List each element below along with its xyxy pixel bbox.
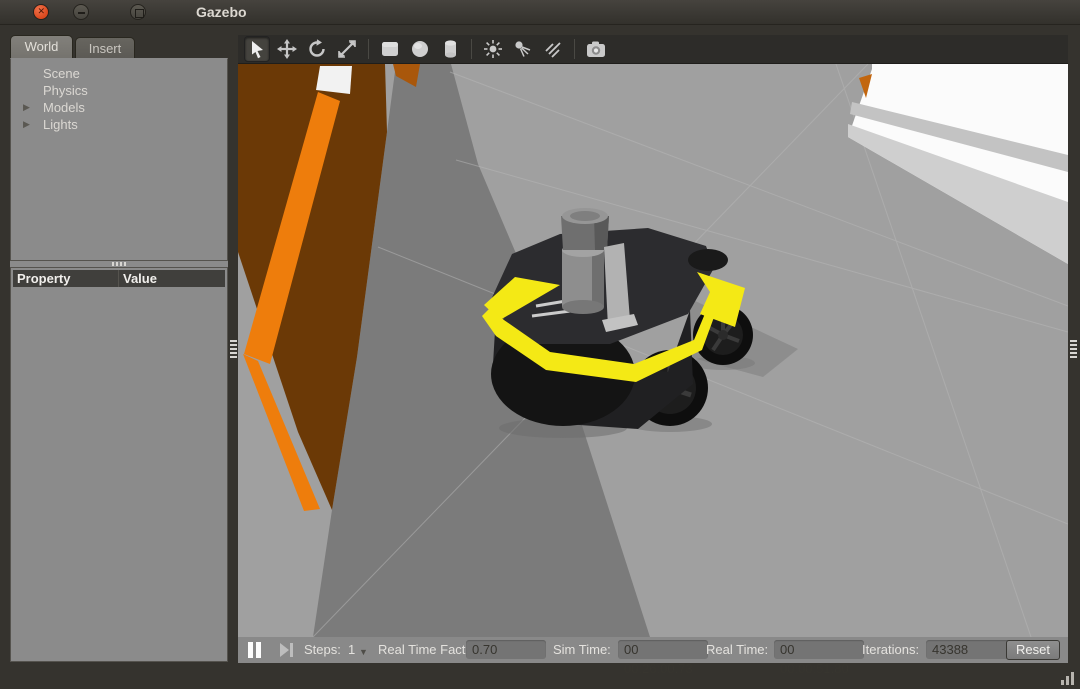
gps-dome	[688, 249, 728, 271]
world-tree-panel: Scene Physics ▶ Models ▶ Lights	[10, 58, 228, 261]
scale-arrows-icon	[337, 39, 357, 59]
tree-item-physics[interactable]: Physics	[11, 82, 227, 99]
sphere-icon	[409, 39, 431, 59]
property-table-header: Property Value	[13, 270, 225, 287]
minimize-icon[interactable]	[73, 4, 89, 20]
sim-time-label: Sim Time:	[553, 642, 611, 657]
insert-cylinder-button[interactable]	[437, 36, 463, 62]
window-title: Gazebo	[196, 4, 247, 20]
chevron-down-icon[interactable]: ▼	[359, 647, 368, 657]
3d-viewport[interactable]	[238, 64, 1068, 637]
directional-light-icon	[543, 39, 563, 59]
expander-icon[interactable]: ▶	[23, 99, 30, 116]
spot-light-button[interactable]	[510, 36, 536, 62]
tree-item-label: Lights	[43, 117, 78, 132]
close-icon[interactable]	[33, 4, 49, 20]
left-splitter[interactable]	[228, 35, 238, 663]
scale-tool-button[interactable]	[334, 36, 360, 62]
gazebo-window: Gazebo World Insert Scene Physics ▶ Mode…	[0, 0, 1080, 689]
expander-icon[interactable]: ▶	[23, 116, 30, 133]
render-area: Steps: 1 ▼ Real Time Fact 0.70 Sim Time:…	[238, 35, 1068, 663]
tree-item-label: Physics	[43, 83, 88, 98]
toolbar-separator	[368, 39, 369, 59]
rtf-value: 0.70	[466, 640, 546, 659]
rotate-arrows-icon	[307, 39, 327, 59]
insert-sphere-button[interactable]	[407, 36, 433, 62]
reset-button[interactable]: Reset	[1006, 640, 1060, 660]
titlebar: Gazebo	[0, 0, 1080, 25]
steps-label: Steps:	[304, 642, 341, 657]
select-tool-button[interactable]	[244, 36, 270, 62]
splitter-grip-icon	[230, 340, 237, 358]
tab-world[interactable]: World	[10, 35, 73, 58]
spot-light-icon	[513, 39, 533, 59]
tree-item-lights[interactable]: ▶ Lights	[11, 116, 227, 133]
pause-button[interactable]	[248, 642, 266, 658]
cube-icon	[379, 39, 401, 59]
real-time-value: 00 00:00:51.80	[774, 640, 864, 659]
cylinder-icon	[440, 39, 460, 59]
iterations-label: Iterations:	[862, 642, 919, 657]
splitter-grip-icon	[1070, 340, 1077, 358]
directional-light-button[interactable]	[540, 36, 566, 62]
column-header-property[interactable]: Property	[13, 270, 119, 287]
maximize-icon[interactable]	[130, 4, 146, 20]
splitter-grip-icon	[112, 262, 126, 266]
toolbar-separator	[574, 39, 575, 59]
tree-item-scene[interactable]: Scene	[11, 65, 227, 82]
toolbar-separator	[471, 39, 472, 59]
right-splitter[interactable]	[1068, 35, 1080, 663]
point-light-icon	[483, 39, 503, 59]
tree-item-label: Scene	[43, 66, 80, 81]
tree-item-models[interactable]: ▶ Models	[11, 99, 227, 116]
real-time-label: Real Time:	[706, 642, 768, 657]
camera-icon	[585, 39, 607, 59]
resize-grip-icon[interactable]	[1056, 669, 1074, 685]
translate-tool-button[interactable]	[274, 36, 300, 62]
screenshot-button[interactable]	[583, 36, 609, 62]
sensor-mast	[562, 243, 604, 314]
rtf-label: Real Time Fact	[378, 642, 465, 657]
point-light-button[interactable]	[480, 36, 506, 62]
move-arrows-icon	[277, 39, 297, 59]
insert-box-button[interactable]	[377, 36, 403, 62]
lidar-sensor	[561, 208, 609, 250]
tree-item-label: Models	[43, 100, 85, 115]
rotate-tool-button[interactable]	[304, 36, 330, 62]
steps-value[interactable]: 1	[348, 642, 355, 657]
barrier-top-cap	[316, 66, 352, 94]
column-header-value[interactable]: Value	[119, 270, 157, 287]
iterations-value: 43388	[926, 640, 1014, 659]
step-button[interactable]	[280, 642, 296, 658]
tab-insert[interactable]: Insert	[75, 37, 135, 58]
simulation-status-bar: Steps: 1 ▼ Real Time Fact 0.70 Sim Time:…	[238, 637, 1068, 663]
sim-time-value: 00 00:26:00.73	[618, 640, 708, 659]
property-panel: Property Value	[10, 267, 228, 662]
render-toolbar	[238, 35, 1068, 64]
cursor-arrow-icon	[247, 39, 267, 59]
